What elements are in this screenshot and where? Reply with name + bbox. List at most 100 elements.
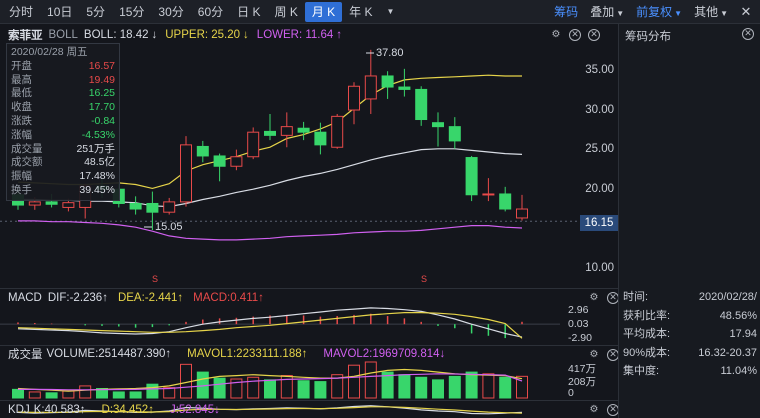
high-annotation: 37.80 [376,47,404,59]
boll-upper-label: UPPER: 25.20 [165,29,241,41]
volume-header: 成交量 VOLUME:2514487.390↑ MAVOL1:2233111.1… [8,345,445,363]
chip-stat-value: 2020/02/28/ [698,291,757,303]
volume-bar [45,392,58,399]
volume-bar [264,379,276,399]
kdj-panel-controls: ⚙ ✕ [588,404,619,416]
volume-value-label: VOLUME:2514487.390↑ [46,348,172,360]
low-annotation: 15.05 [155,221,183,233]
info-key: 涨幅 [11,128,32,141]
candle-body [482,193,495,196]
candle-body [213,155,226,167]
volume-bar [348,364,360,399]
info-row: 成交额 48.5亿 [11,156,115,170]
chip-panel-title: 筹码分布 [625,31,671,43]
volume-bar [112,391,125,399]
macd-header: MACD DIF:-2.236↑ DEA:-2.441↑ MACD:0.411↑ [8,289,264,307]
candle-body [381,75,394,88]
volume-axis-bottom: 0 [568,387,574,399]
close-circle-icon[interactable]: ✕ [569,29,581,41]
info-row: 收盘 17.70 [11,101,115,115]
current-price-tag: 16.15 [580,215,618,231]
macd-axis-top: 2.96 [568,304,589,316]
candle-body [129,202,142,210]
gear-icon[interactable]: ⚙ [550,29,562,41]
info-value: -0.84 [91,114,115,127]
info-key: 最低 [11,87,32,100]
volume-bar [12,388,24,399]
close-circle-icon[interactable]: ✕ [742,28,754,40]
arrow-down-icon: ↓ [243,29,249,41]
price-axis-label: 35.00 [585,64,614,76]
info-row: 涨幅 -4.53% [11,129,115,143]
chip-stat-row: 获利比率: 48.56% [623,307,757,326]
macd-dea-label: DEA:-2.441↑ [117,292,184,304]
info-value: 16.25 [88,87,115,100]
info-row: 成交量 251万手 [11,143,115,157]
candle-body [297,127,310,133]
candle-body [45,201,58,205]
candle-body [448,126,461,142]
macd-axis-mid: 0.03 [568,318,589,330]
arrow-up-icon: ↑ [336,29,343,41]
candle-body [196,145,209,157]
kdj-j-label: J:52.845↓ [169,404,220,416]
info-rows: 开盘 16.57 最高 19.49 最低 16.25 收盘 17.70 涨跌 -0.84 涨幅 -4.… [11,60,115,198]
candle-body [516,208,528,219]
macd-axis-bottom: -2.90 [568,332,592,344]
volume-bar [297,380,310,399]
info-key: 涨跌 [11,114,32,127]
info-value: -4.53% [81,128,115,141]
gear-icon[interactable]: ⚙ [588,292,600,304]
candle-body [415,88,428,121]
info-row: 振幅 17.48% [11,170,115,184]
info-row: 最低 16.25 [11,87,115,101]
volume-bar [163,387,176,399]
close-circle-icon[interactable]: ✕ [588,29,600,41]
boll-mid-label: BOLL: 18.42 [83,29,149,41]
chip-stat-value: 17.94 [729,328,757,341]
volume-bar [432,379,444,399]
gear-icon[interactable]: ⚙ [588,349,600,361]
candle-body [180,144,192,203]
volume-bar [247,376,260,399]
macd-value-label: MACD:0.411↑ [193,292,264,304]
volume-bar [79,385,92,399]
info-row: 换手 39.45% [11,184,115,198]
macd-dif-label: DIF:-2.236↑ [47,292,108,304]
macd-panel-controls: ⚙ ✕ [588,292,619,304]
volume-bar [314,381,327,399]
info-value: 48.5亿 [84,156,115,169]
info-key: 换手 [11,183,32,196]
mavol2-label: MAVOL2:1969709.814↓ [323,348,446,360]
gear-icon[interactable]: ⚙ [588,404,600,416]
candle-body [499,193,512,210]
chip-stat-value: 11.04% [720,365,758,378]
volume-bar [62,390,75,399]
volume-bar [146,383,159,399]
info-key: 成交额 [11,156,43,169]
info-value: 19.49 [88,73,115,86]
price-axis-label: 20.00 [585,182,614,195]
macd-indicator-name[interactable]: MACD [8,292,42,304]
chip-stat-row: 时间: 2020/02/28/ [623,288,757,307]
volume-indicator-name[interactable]: 成交量 [8,346,43,362]
candle-body [432,122,444,128]
chip-stat-key: 平均成本: [623,328,671,341]
kdj-indicator-name[interactable]: KDJ [8,404,30,416]
candle-body [331,115,344,148]
volume-bar [213,377,226,399]
volume-bar [415,376,428,399]
sell-signal-mark: S [152,274,159,284]
chip-stat-key: 时间: [623,291,649,303]
candle-body [314,131,327,146]
chip-stat-value: 48.56% [719,309,757,322]
kdj-k-label: K:40.583↑ [33,404,86,416]
info-row: 涨跌 -0.84 [11,115,115,129]
volume-bar [28,391,41,399]
info-date: 2020/02/28 周五 [11,46,88,58]
indicator-selector[interactable]: BOLL [49,29,78,41]
chip-stat-value: 16.32-20.37 [698,346,757,359]
candle-body [398,86,411,90]
candle-body [163,201,176,213]
info-date-row: 2020/02/28 周五 [11,46,115,60]
